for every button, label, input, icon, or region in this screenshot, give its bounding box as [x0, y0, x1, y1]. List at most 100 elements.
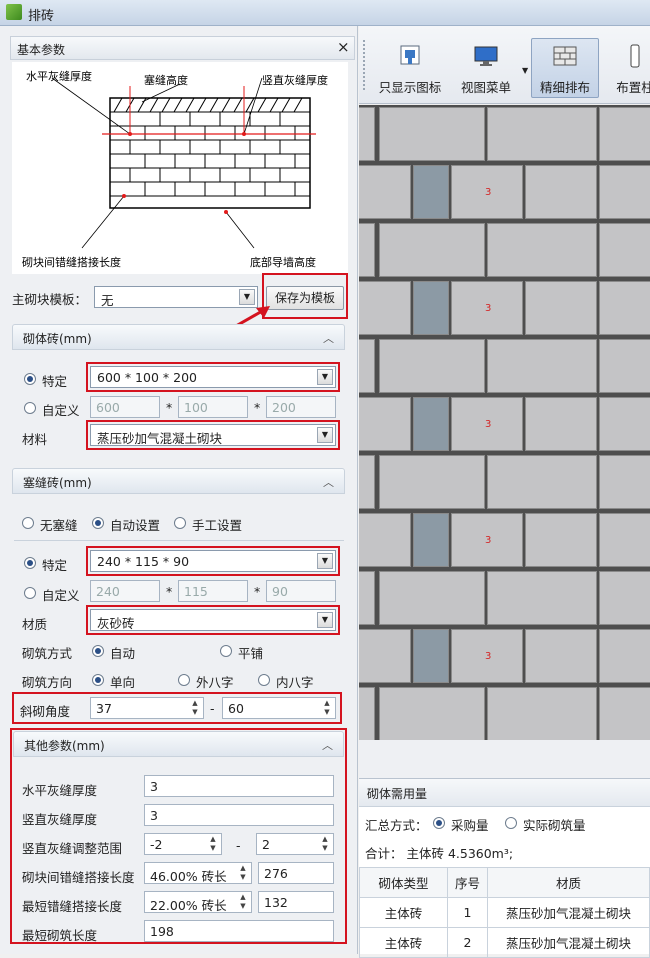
block-specific-radio[interactable]	[24, 373, 36, 385]
min-overlap-length-input[interactable]: 132	[258, 891, 334, 913]
method-flat-radio[interactable]	[220, 645, 232, 657]
brick	[359, 165, 411, 219]
brick	[599, 513, 650, 567]
other-section-header[interactable]: 其他参数(mm) ︿	[13, 731, 344, 757]
v-range-min-value: -2	[150, 837, 163, 852]
v-joint-input[interactable]: 3	[144, 804, 334, 826]
min-length-input[interactable]: 198	[144, 920, 334, 942]
table-row[interactable]: 主体砖 2 蒸压砂加气混凝土砌块	[359, 927, 650, 958]
block-custom-radio[interactable]	[24, 402, 36, 414]
spinner-icon[interactable]: ▲ ▼	[236, 893, 250, 911]
chevron-up-icon[interactable]: ︿	[322, 737, 333, 753]
purchase-radio[interactable]	[433, 817, 445, 829]
block-section-header[interactable]: 砌体砖(mm) ︿	[12, 324, 345, 350]
chevron-down-icon[interactable]: ▼	[317, 612, 333, 628]
plug-spec-select[interactable]: 240 * 115 * 90 ▼	[90, 550, 336, 572]
toolbar-fine-layout-button[interactable]: 精细排布	[531, 38, 599, 98]
v-range-min-input[interactable]: -2 ▲ ▼	[144, 833, 222, 855]
plug-auto-radio[interactable]	[92, 517, 104, 529]
plug-none-radio[interactable]	[22, 517, 34, 529]
brick	[599, 571, 650, 625]
direction-single-radio[interactable]	[92, 674, 104, 686]
panel-header: 基本参数 ×	[10, 36, 355, 60]
brick	[413, 397, 449, 451]
brick	[599, 455, 650, 509]
plug-material-select[interactable]: 灰砂砖 ▼	[90, 609, 336, 631]
block-custom-length[interactable]: 600	[90, 396, 160, 418]
chevron-up-icon[interactable]: ︿	[323, 330, 334, 346]
min-overlap-pct-input[interactable]: 22.00% 砖长 ▲ ▼	[144, 891, 252, 913]
brick-number: 3	[485, 535, 492, 546]
table-row[interactable]: 主体砖 1 蒸压砂加气混凝土砌块	[359, 897, 650, 928]
v-range-label: 竖直灰缝调整范围	[22, 841, 123, 856]
method-auto-radio[interactable]	[92, 645, 104, 657]
usage-panel: 砌体需用量 汇总方式： 采购量 实际砌筑量 合计： 主体砖 4.5360m³; …	[359, 778, 650, 958]
v-range-max-input[interactable]: 2 ▲ ▼	[256, 833, 334, 855]
overlap-pct-input[interactable]: 46.00% 砖长 ▲ ▼	[144, 862, 252, 884]
actual-radio[interactable]	[505, 817, 517, 829]
v-joint-label: 竖直灰缝厚度	[22, 812, 98, 827]
plug-material-label: 材质	[22, 617, 48, 632]
plug-material-value: 灰砂砖	[97, 616, 135, 631]
plug-manual-radio[interactable]	[174, 517, 186, 529]
brick-canvas[interactable]: 3333333333	[359, 105, 650, 740]
angle-max-input[interactable]: 60 ▲ ▼	[222, 697, 336, 719]
spinner-icon[interactable]: ▲ ▼	[320, 699, 334, 717]
block-section-title: 砌体砖(mm)	[23, 332, 92, 346]
plug-section-header[interactable]: 塞缝砖(mm) ︿	[12, 468, 345, 494]
direction-in-radio[interactable]	[258, 674, 270, 686]
chevron-down-icon[interactable]: ▼	[317, 427, 333, 443]
close-icon[interactable]: ×	[337, 38, 350, 56]
h-joint-label: 水平灰缝厚度	[22, 783, 98, 798]
direction-out-radio[interactable]	[178, 674, 190, 686]
plug-custom-height[interactable]: 90	[266, 580, 336, 602]
brick	[359, 687, 375, 740]
column-header: 序号	[447, 867, 488, 898]
toolbar-icons-only-button[interactable]: 只显示图标	[375, 44, 445, 96]
times-sign: *	[166, 400, 173, 415]
min-overlap-length-value: 132	[264, 895, 288, 910]
block-spec-value: 600 * 100 * 200	[97, 370, 197, 385]
plug-custom-length-value: 240	[96, 584, 120, 599]
toolbar-column-button[interactable]: 布置柱	[607, 44, 650, 96]
times-sign: *	[254, 400, 261, 415]
diagram-label-plug-height: 塞缝高度	[144, 73, 188, 87]
overlap-length-input[interactable]: 276	[258, 862, 334, 884]
spinner-icon[interactable]: ▲ ▼	[236, 864, 250, 882]
block-material-select[interactable]: 蒸压砂加气混凝土砌块 ▼	[90, 424, 336, 446]
brick	[599, 107, 650, 161]
v-range-separator: -	[236, 838, 241, 853]
block-custom-height[interactable]: 200	[266, 396, 336, 418]
toolbar-grip[interactable]	[363, 40, 365, 90]
chevron-down-icon[interactable]: ▼	[317, 369, 333, 385]
min-overlap-label: 最短错缝搭接长度	[22, 899, 123, 914]
column-header: 砌体类型	[359, 867, 448, 898]
plug-direction-label: 砌筑方向	[22, 675, 73, 690]
brick	[359, 281, 411, 335]
caret-down-icon[interactable]: ▼	[522, 66, 528, 75]
spinner-icon[interactable]: ▲ ▼	[206, 835, 220, 853]
block-spec-select[interactable]: 600 * 100 * 200 ▼	[90, 366, 336, 388]
h-joint-input[interactable]: 3	[144, 775, 334, 797]
plug-specific-radio[interactable]	[24, 557, 36, 569]
chevron-down-icon[interactable]: ▼	[317, 553, 333, 569]
chevron-up-icon[interactable]: ︿	[323, 474, 334, 490]
toolbar-icons-only-label: 只显示图标	[378, 80, 442, 95]
spinner-icon[interactable]: ▲ ▼	[188, 699, 202, 717]
v-joint-value: 3	[150, 808, 158, 823]
angle-min-input[interactable]: 37 ▲ ▼	[90, 697, 204, 719]
brick-number: 3	[485, 651, 492, 662]
plug-specific-label: 特定	[42, 558, 68, 573]
block-custom-width[interactable]: 100	[178, 396, 248, 418]
brick	[359, 107, 375, 161]
plug-custom-radio[interactable]	[24, 587, 36, 599]
brick	[487, 107, 597, 161]
spinner-icon[interactable]: ▲ ▼	[318, 835, 332, 853]
brick	[379, 455, 485, 509]
plug-custom-width[interactable]: 115	[178, 580, 248, 602]
overlap-length-value: 276	[264, 866, 288, 881]
brick-number: 3	[485, 303, 492, 314]
plug-custom-length[interactable]: 240	[90, 580, 160, 602]
toolbar: 只显示图标 视图菜单 ▼ 精细排布 布置柱	[359, 26, 650, 104]
toolbar-view-menu-button[interactable]: 视图菜单	[455, 44, 517, 96]
